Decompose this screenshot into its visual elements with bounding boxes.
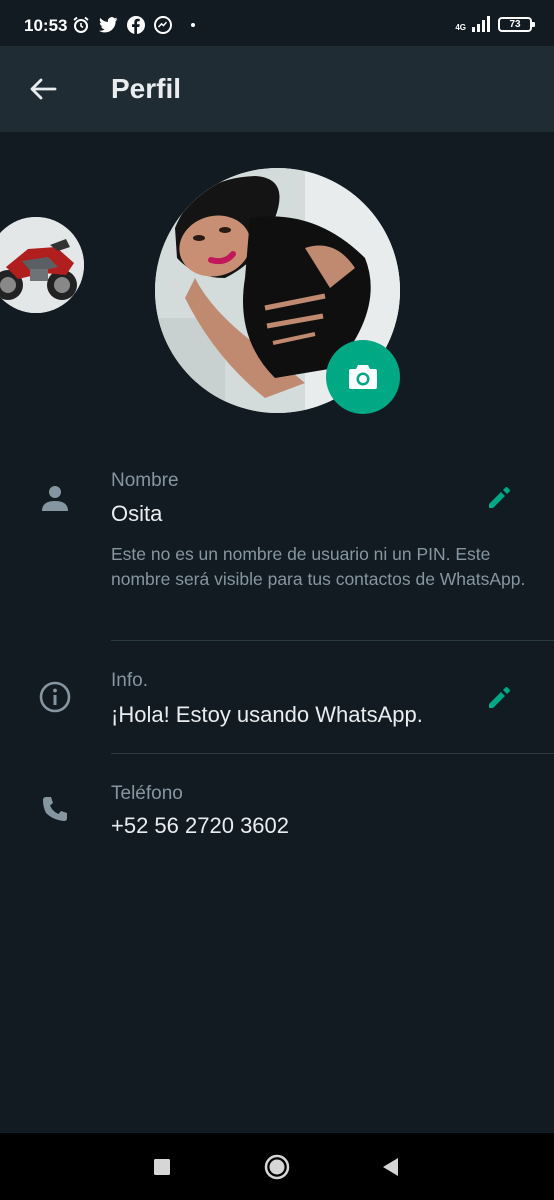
camera-icon bbox=[349, 365, 377, 389]
name-helper-text: Este no es un nombre de usuario ni un PI… bbox=[111, 544, 526, 589]
square-recents-icon bbox=[154, 1159, 170, 1175]
system-nav-bar bbox=[0, 1133, 554, 1200]
status-time: 10:53 bbox=[24, 16, 68, 35]
edit-name-button[interactable] bbox=[482, 481, 516, 515]
motorcycle-image bbox=[0, 217, 84, 313]
circle-home-icon bbox=[264, 1154, 290, 1180]
info-label: Info. bbox=[111, 670, 148, 691]
profile-screen: 10:53 4G 73 Perfil Nombre Osita Este no … bbox=[0, 0, 554, 1200]
nav-back-button[interactable] bbox=[376, 1153, 404, 1181]
person-icon bbox=[37, 480, 73, 516]
arrow-back-icon bbox=[30, 78, 57, 100]
alarm-icon bbox=[72, 16, 90, 34]
status-bar: 10:53 4G 73 bbox=[0, 0, 554, 46]
phone-value: +52 56 2720 3602 bbox=[111, 813, 290, 838]
twitter-icon bbox=[99, 17, 118, 33]
pencil-icon bbox=[489, 487, 510, 508]
app-bar: Perfil bbox=[0, 46, 554, 132]
signal-icon: 4G bbox=[455, 16, 492, 32]
back-button[interactable] bbox=[24, 70, 62, 108]
system-status: 4G 73 bbox=[455, 16, 535, 32]
dot-icon bbox=[191, 23, 195, 27]
divider bbox=[111, 640, 554, 641]
notification-icons bbox=[72, 16, 195, 34]
page-title: Perfil bbox=[111, 73, 182, 104]
change-photo-button[interactable] bbox=[326, 340, 400, 414]
phone-icon bbox=[37, 791, 73, 827]
edit-info-button[interactable] bbox=[482, 681, 516, 715]
name-label: Nombre bbox=[111, 470, 179, 491]
info-value[interactable]: ¡Hola! Estoy usando WhatsApp. bbox=[111, 702, 423, 728]
network-type: 4G bbox=[455, 23, 466, 32]
phone-label: Teléfono bbox=[111, 783, 183, 804]
messenger-icon bbox=[154, 16, 172, 34]
motorcycle-avatar[interactable] bbox=[0, 217, 84, 313]
home-button[interactable] bbox=[263, 1153, 291, 1181]
divider bbox=[111, 753, 554, 754]
recents-button[interactable] bbox=[148, 1153, 176, 1181]
info-icon bbox=[37, 679, 73, 715]
facebook-icon bbox=[127, 16, 145, 34]
triangle-back-icon bbox=[383, 1158, 398, 1176]
pencil-icon bbox=[489, 687, 510, 708]
battery-icon: 73 bbox=[498, 16, 535, 32]
name-value[interactable]: Osita bbox=[111, 501, 162, 527]
